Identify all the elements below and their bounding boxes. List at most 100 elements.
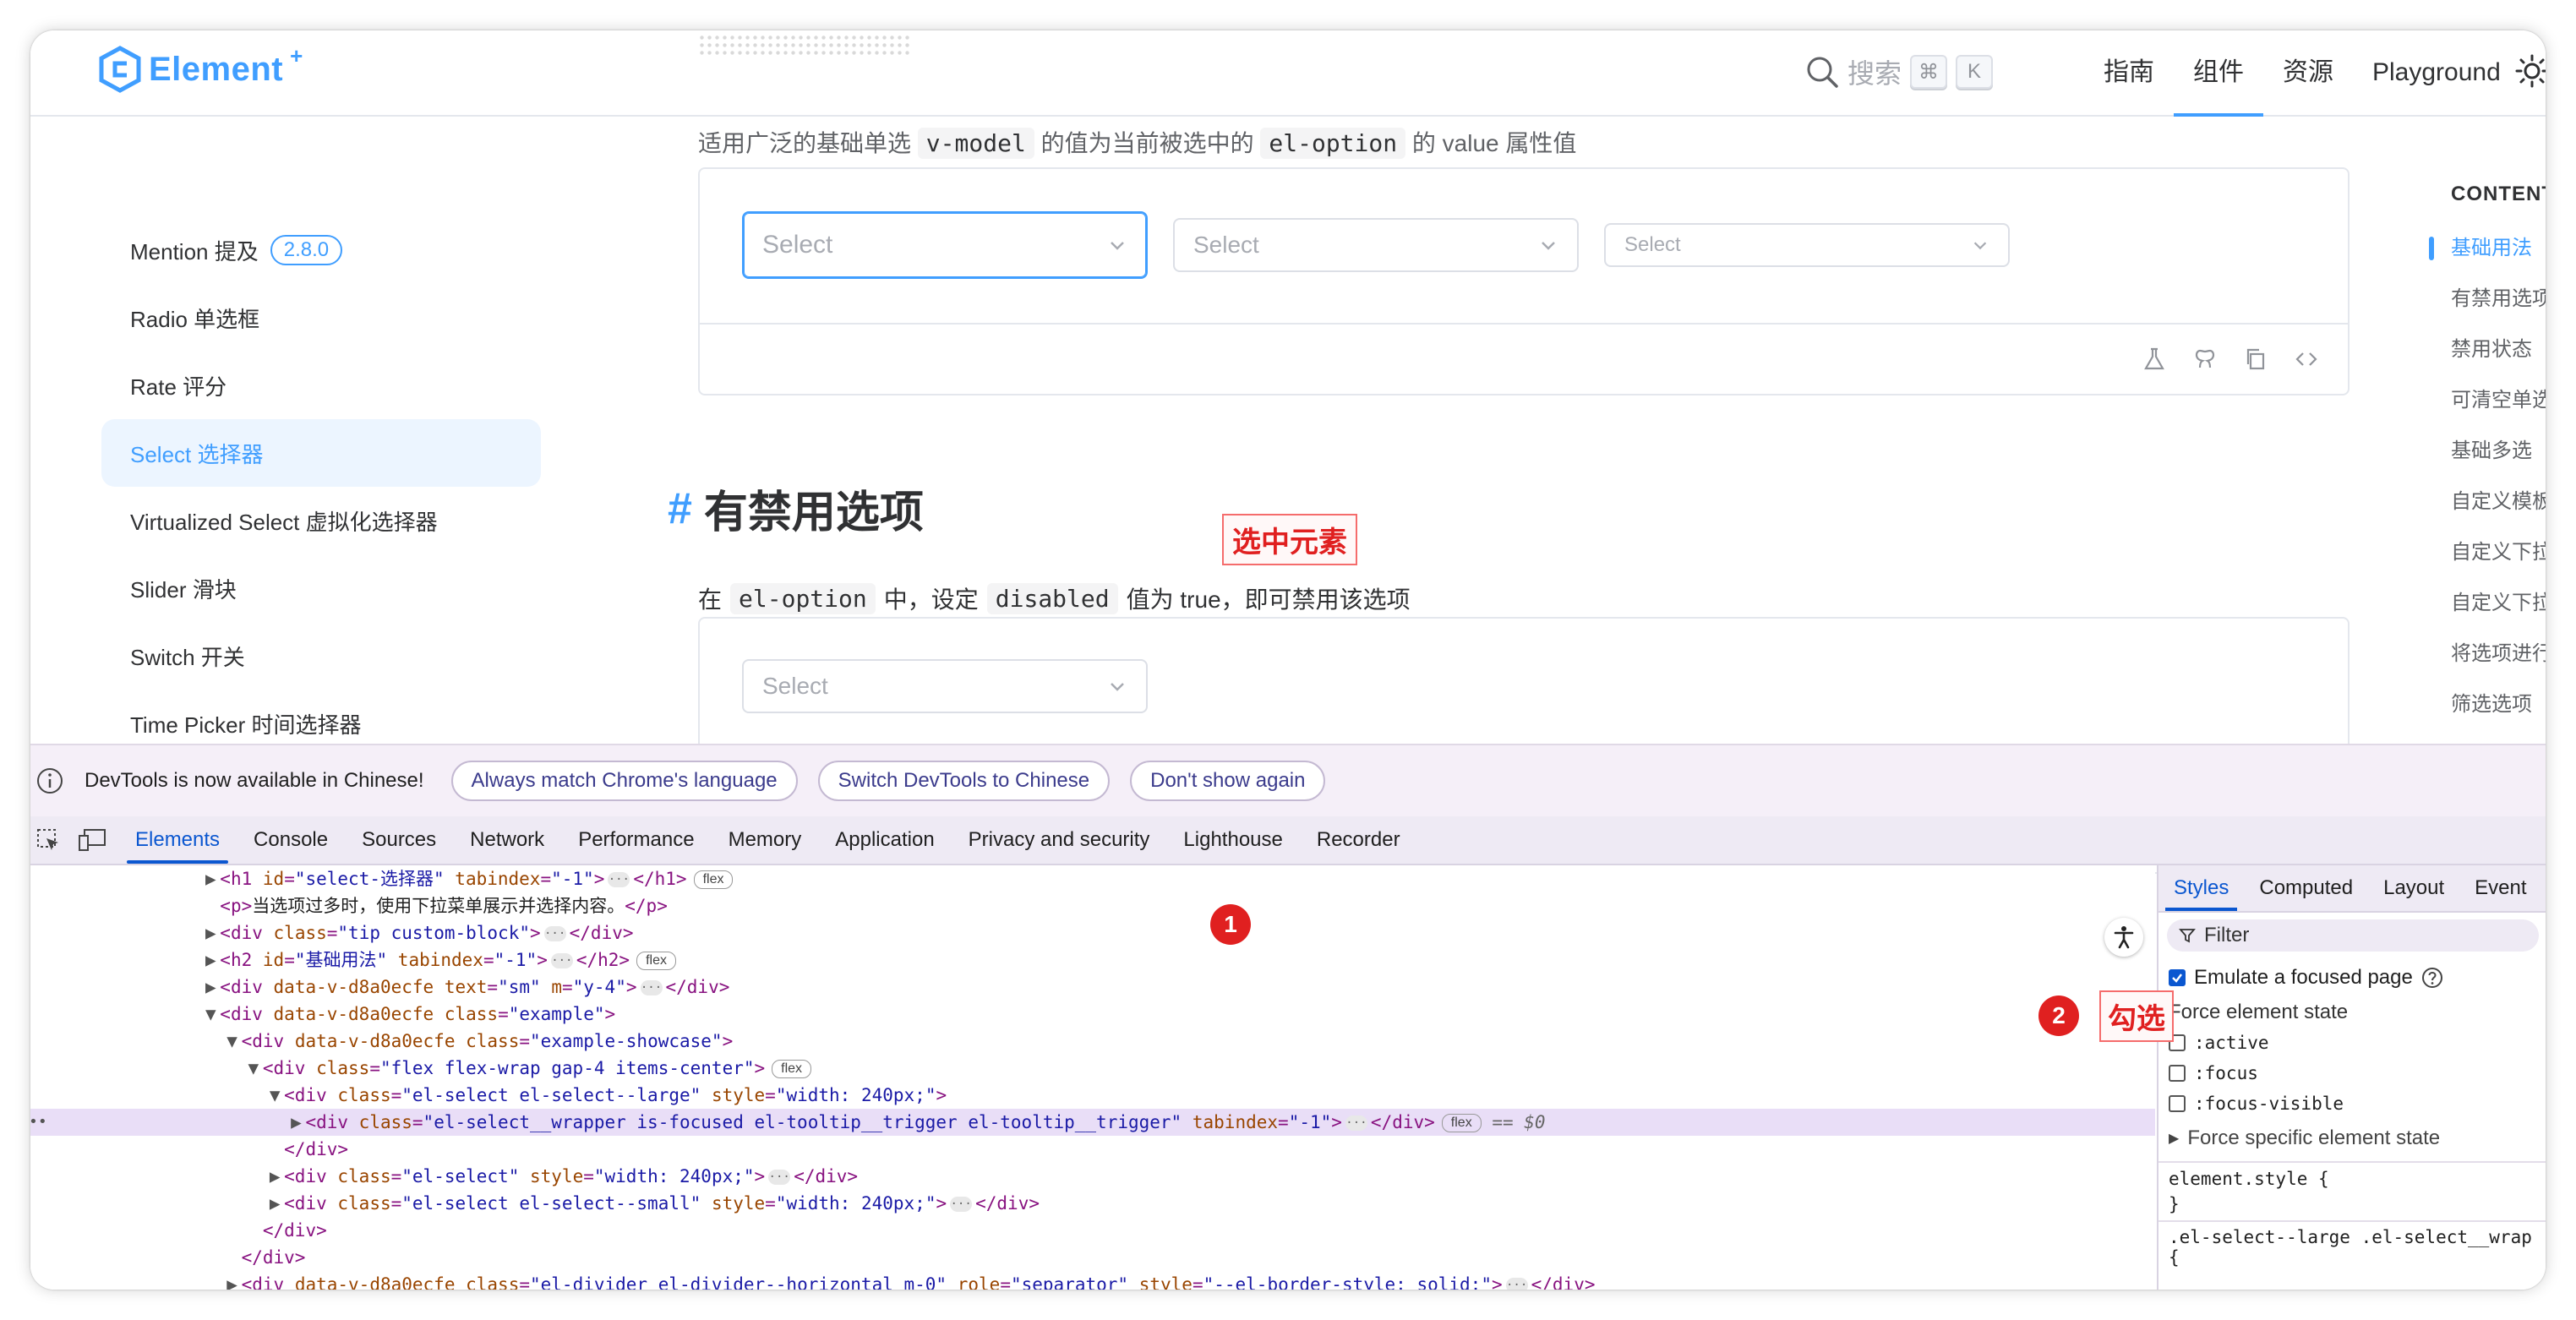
element-style-rule[interactable]: element.style { [2158, 1166, 2546, 1192]
tab-sources[interactable]: Sources [345, 816, 453, 864]
drag-handle[interactable] [698, 34, 909, 56]
tab-memory[interactable]: Memory [712, 816, 819, 864]
dom-node-line[interactable]: ▶ <div data-v-d8a0ecfe text="sm" m="y-4">… [30, 974, 2155, 1001]
toc-item[interactable]: 有禁用选项 [2451, 274, 2546, 325]
tab-styles[interactable]: Styles [2158, 865, 2244, 911]
dom-node-line[interactable]: </div> [30, 1244, 2155, 1271]
flex-badge[interactable]: flex [636, 952, 676, 970]
state-focus-row[interactable]: :focus [2158, 1058, 2546, 1088]
toc-item[interactable]: 禁用状态 [2451, 325, 2546, 375]
select-default[interactable]: Select [1173, 218, 1579, 272]
toc-item[interactable]: 自定义模板 [2451, 477, 2546, 527]
tab-recorder[interactable]: Recorder [1300, 816, 1417, 864]
select-small[interactable]: Select [1604, 223, 2010, 267]
node-expand-arrow[interactable]: ▶ [201, 974, 220, 1001]
tab-elements[interactable]: Elements [118, 816, 237, 864]
github-icon[interactable] [2192, 346, 2218, 372]
node-expand-arrow[interactable]: ▶ [201, 865, 220, 892]
flex-badge[interactable]: flex [1441, 1114, 1482, 1132]
tab-network[interactable]: Network [453, 816, 561, 864]
dom-node-line[interactable]: •• ▶ <div class="el-select__wrapper is-fo… [30, 1109, 2155, 1136]
tab-performance[interactable]: Performance [561, 816, 711, 864]
heading-anchor[interactable]: # [668, 483, 692, 534]
select-large[interactable]: Select [742, 211, 1148, 279]
toc-item[interactable]: 将选项进行 [2451, 629, 2546, 679]
toc-item[interactable]: 基础多选 [2451, 426, 2546, 477]
dom-node-line[interactable]: ▼ <div data-v-d8a0ecfe class="example-sho… [30, 1028, 2155, 1055]
tab-computed[interactable]: Computed [2244, 865, 2368, 911]
node-expand-arrow[interactable]: ▶ [201, 919, 220, 946]
dom-node-line[interactable]: ▶ <h1 id="select-选择器" tabindex="-1"> ··· </… [30, 865, 2155, 892]
dom-node-line[interactable]: ▼ <div class="flex flex-wrap gap-4 items-… [30, 1055, 2155, 1082]
code-icon[interactable] [2294, 346, 2319, 372]
element-logo[interactable]: Element + [98, 43, 303, 93]
inspect-element-icon[interactable] [35, 827, 61, 853]
node-expand-arrow[interactable]: ▼ [265, 1082, 284, 1109]
node-actions-dots[interactable]: •• [30, 1109, 47, 1136]
always-match-language-button[interactable]: Always match Chrome's language [450, 761, 798, 801]
help-icon[interactable] [2421, 967, 2443, 989]
sidebar-item-switch[interactable]: Switch 开关 [101, 622, 541, 690]
nav-link-guide[interactable]: 指南 [2084, 30, 2174, 115]
styles-filter-input[interactable]: Filter [2167, 919, 2539, 952]
node-expand-arrow[interactable]: ▶ [223, 1271, 242, 1290]
search-box[interactable]: 搜索 ⌘ K [1805, 52, 1994, 91]
nav-link-resources[interactable]: 资源 [2263, 30, 2353, 115]
accessibility-tree-button[interactable] [2104, 918, 2143, 957]
tab-lighthouse[interactable]: Lighthouse [1166, 816, 1299, 864]
dom-node-line[interactable]: </div> [30, 1217, 2155, 1244]
dom-node-line[interactable]: ▶ <div data-v-d8a0ecfe class="el-divider … [30, 1271, 2155, 1290]
toc-item[interactable]: 筛选选项 [2451, 679, 2546, 730]
state-focus-visible-checkbox[interactable] [2169, 1095, 2186, 1112]
dom-node-line[interactable]: ▶ <div class="el-select" style="width: 24… [30, 1163, 2155, 1190]
nav-link-playground[interactable]: Playground [2353, 30, 2520, 115]
dom-node-line[interactable]: ▶ <div class="el-select el-select--small"… [30, 1190, 2155, 1217]
sidebar-item-select[interactable]: Select 选择器 [101, 419, 541, 487]
node-expand-arrow[interactable] [265, 1136, 284, 1163]
dont-show-again-button[interactable]: Don't show again [1130, 761, 1326, 801]
toc-item[interactable]: 可清空单选 [2451, 375, 2546, 426]
flex-badge[interactable]: flex [772, 1060, 812, 1078]
state-active-row[interactable]: :active [2158, 1028, 2546, 1058]
sun-icon[interactable] [2515, 54, 2546, 88]
tab-layout[interactable]: Layout [2368, 865, 2459, 911]
dom-node-line[interactable]: ▼ <div data-v-d8a0ecfe class="example"> [30, 1001, 2155, 1028]
node-expand-arrow[interactable] [244, 1217, 263, 1244]
sidebar-item-mention[interactable]: Mention 提及 2.8.0 [101, 216, 541, 284]
tab-console[interactable]: Console [237, 816, 345, 864]
force-specific-state-toggle[interactable]: ▶ Force specific element state [2158, 1119, 2546, 1158]
tab-privacy-security[interactable]: Privacy and security [952, 816, 1167, 864]
state-focus-visible-row[interactable]: :focus-visible [2158, 1088, 2546, 1119]
sidebar-item-virtualized-select[interactable]: Virtualized Select 虚拟化选择器 [101, 487, 541, 554]
node-expand-arrow[interactable]: ▼ [223, 1028, 242, 1055]
playground-flask-icon[interactable] [2142, 346, 2167, 372]
dom-node-line[interactable]: ▼ <div class="el-select el-select--large"… [30, 1082, 2155, 1109]
node-expand-arrow[interactable]: ▼ [201, 1001, 220, 1028]
tab-event-listeners[interactable]: Event [2459, 865, 2541, 911]
node-expand-arrow[interactable]: ▶ [201, 946, 220, 974]
css-rule-selector[interactable]: .el-select--large .el-select__wrap [2158, 1225, 2546, 1249]
sidebar-item-slider[interactable]: Slider 滑块 [101, 554, 541, 622]
node-expand-arrow[interactable]: ▶ [265, 1190, 284, 1217]
nav-link-components[interactable]: 组件 [2174, 30, 2263, 117]
node-expand-arrow[interactable]: ▶ [287, 1109, 305, 1136]
switch-to-chinese-button[interactable]: Switch DevTools to Chinese [817, 761, 1111, 801]
dom-node-line[interactable]: </div> [30, 1136, 2155, 1163]
copy-icon[interactable] [2243, 346, 2268, 372]
emulate-focused-page-row[interactable]: Emulate a focused page [2158, 958, 2546, 997]
select-disabled-demo[interactable]: Select [742, 659, 1148, 713]
dom-node-line[interactable]: ▶ <div class="tip custom-block"> ··· </div> [30, 919, 2155, 946]
sidebar-item-rate[interactable]: Rate 评分 [101, 352, 541, 419]
device-toolbar-icon[interactable] [78, 827, 106, 853]
state-focus-checkbox[interactable] [2169, 1065, 2186, 1082]
flex-badge[interactable]: flex [693, 870, 734, 889]
sidebar-item-radio[interactable]: Radio 单选框 [101, 284, 541, 352]
emulate-focused-checkbox[interactable] [2169, 969, 2186, 986]
dom-node-line[interactable]: <p>当选项过多时，使用下拉菜单展示并选择内容。</p> [30, 892, 2155, 919]
node-expand-arrow[interactable]: ▼ [244, 1055, 263, 1082]
toc-item[interactable]: 自定义下拉 [2451, 578, 2546, 629]
node-expand-arrow[interactable]: ▶ [265, 1163, 284, 1190]
node-expand-arrow[interactable] [223, 1244, 242, 1271]
dom-node-line[interactable]: ▶ <h2 id="基础用法" tabindex="-1"> ··· </h2> fle… [30, 946, 2155, 974]
tab-application[interactable]: Application [818, 816, 951, 864]
